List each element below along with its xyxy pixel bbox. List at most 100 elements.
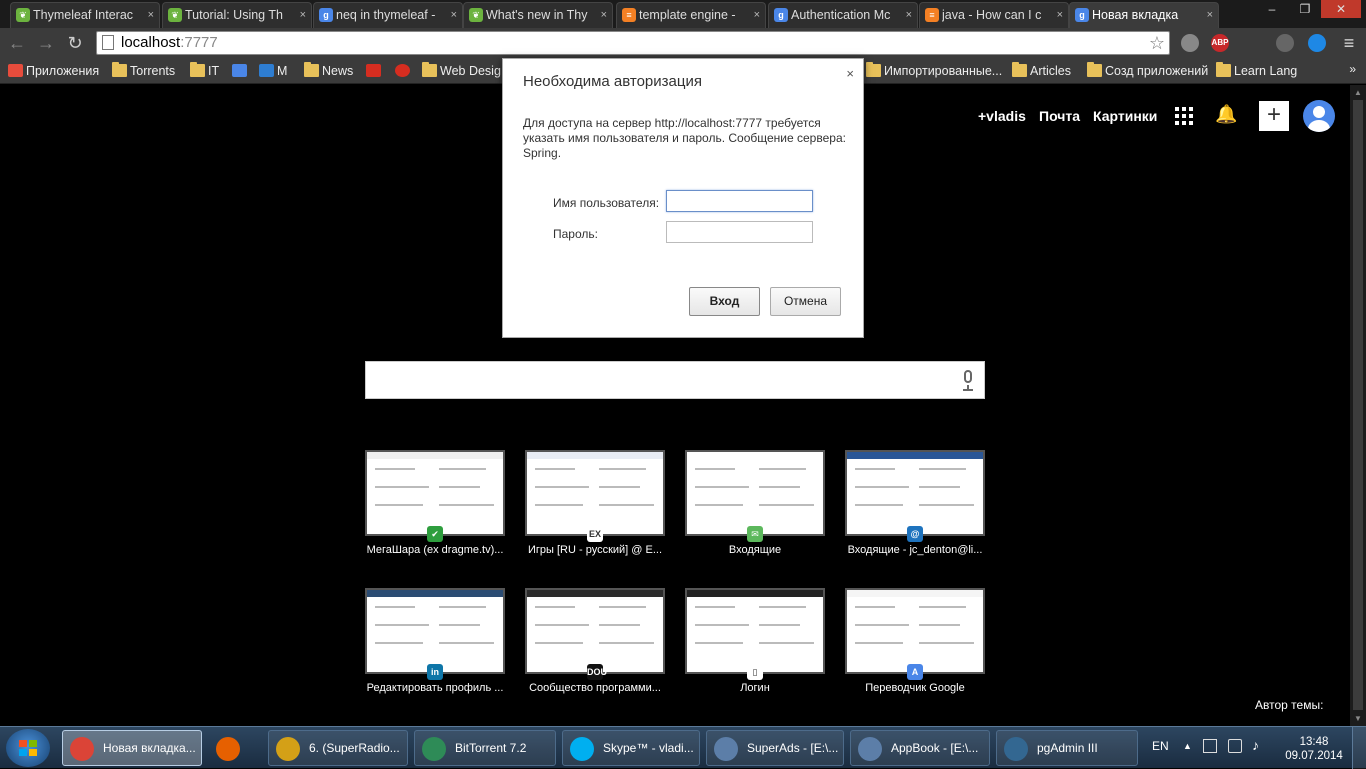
most-visited-tile[interactable] — [845, 588, 985, 674]
tab-1[interactable]: ❦ Thymeleaf Interac × — [10, 2, 160, 28]
tile-title[interactable]: Редактировать профиль ... — [360, 682, 510, 694]
tab-close-icon[interactable]: × — [451, 3, 457, 27]
tab-4[interactable]: ❦ What's new in Thy × — [463, 2, 613, 28]
adblock-icon[interactable]: ABP — [1211, 34, 1229, 52]
tile-title[interactable]: Входящие — [680, 544, 830, 556]
most-visited-tile[interactable] — [685, 450, 825, 536]
apps-grid-icon[interactable] — [1175, 107, 1193, 125]
bookmark-13[interactable]: Learn Lang — [1216, 62, 1297, 80]
bookmark-1[interactable]: Приложения — [8, 62, 99, 80]
tray-network-icon[interactable] — [1203, 739, 1217, 753]
cancel-button[interactable]: Отмена — [770, 287, 841, 316]
taskbar-item-winamp[interactable]: 6. (SuperRadio... — [268, 730, 408, 766]
chrome-menu-button[interactable]: ≡ — [1338, 32, 1360, 54]
tab-2[interactable]: ❦ Tutorial: Using Th × — [162, 2, 312, 28]
tab-close-icon[interactable]: × — [1207, 3, 1213, 27]
folder-icon — [1216, 62, 1231, 77]
google-search-input[interactable] — [365, 361, 985, 399]
scroll-thumb[interactable] — [1353, 100, 1363, 710]
tab-6[interactable]: g Authentication Mc × — [768, 2, 918, 28]
bookmark-label: Torrents — [130, 64, 176, 78]
bookmarks-more-button[interactable]: » — [1349, 62, 1356, 76]
privacy-extension-icon[interactable] — [1181, 34, 1199, 52]
microphone-icon[interactable] — [960, 370, 976, 392]
tile-favicon-icon: DOU — [587, 664, 607, 680]
window-close-button[interactable]: ✕ — [1321, 0, 1361, 18]
bookmark-6[interactable]: News — [304, 62, 353, 80]
most-visited-tile[interactable] — [525, 450, 665, 536]
address-bar[interactable]: localhost:7777 ☆ — [96, 31, 1170, 55]
tab-close-icon[interactable]: × — [1057, 3, 1063, 27]
tile-thumbnail-header — [527, 452, 663, 459]
tools-extension-icon[interactable] — [1276, 34, 1294, 52]
password-input[interactable] — [666, 221, 813, 243]
notifications-bell-icon[interactable]: 🔔 — [1215, 104, 1237, 125]
taskbar-item-chrome[interactable]: Новая вкладка... — [62, 730, 202, 766]
bookmark-2[interactable]: Torrents — [112, 62, 175, 80]
google-plus-link[interactable]: +vladis — [978, 108, 1026, 124]
tab-close-icon[interactable]: × — [906, 3, 912, 27]
tray-display-icon[interactable] — [1228, 739, 1242, 753]
most-visited-tile[interactable] — [365, 588, 505, 674]
system-clock[interactable]: 13:48 09.07.2014 — [1284, 735, 1344, 763]
forward-button[interactable]: → — [35, 32, 57, 54]
back-button[interactable]: ← — [6, 32, 28, 54]
taskbar-item-skype[interactable]: Skype™ - vladi... — [562, 730, 700, 766]
tray-expand-icon[interactable]: ▲ — [1183, 741, 1192, 751]
taskbar-item-firefox[interactable] — [208, 730, 264, 766]
reload-button[interactable]: ↻ — [64, 32, 86, 54]
bookmark-12[interactable]: Созд приложений — [1087, 62, 1208, 80]
bookmark-4[interactable] — [232, 62, 250, 80]
dialog-message: Для доступа на сервер http://localhost:7… — [523, 116, 846, 160]
show-desktop-button[interactable] — [1352, 727, 1366, 769]
tab-close-icon[interactable]: × — [601, 3, 607, 27]
scroll-up-arrow[interactable]: ▲ — [1350, 85, 1366, 100]
taskbar-item-pgadmin[interactable]: pgAdmin III — [996, 730, 1138, 766]
tab-5[interactable]: ≡ template engine - × — [616, 2, 766, 28]
mail-link[interactable]: Почта — [1039, 108, 1080, 124]
taskbar-item-intellij[interactable]: SuperAds - [E:\... — [706, 730, 844, 766]
translate-extension-icon[interactable] — [1308, 34, 1326, 52]
minimize-button[interactable]: – — [1258, 0, 1286, 18]
bookmark-star-icon[interactable]: ☆ — [1149, 32, 1165, 54]
tile-title[interactable]: Входящие - jc_denton@li... — [840, 544, 990, 556]
bookmark-3[interactable]: IT — [190, 62, 219, 80]
tile-title[interactable]: Переводчик Google — [840, 682, 990, 694]
start-button[interactable] — [6, 729, 50, 767]
tile-thumbnail-line — [855, 504, 903, 506]
tab-8[interactable]: g Новая вкладка × — [1069, 2, 1219, 28]
bookmark-8[interactable] — [395, 62, 413, 80]
share-plus-button[interactable]: + — [1259, 101, 1289, 131]
account-avatar[interactable] — [1303, 100, 1335, 132]
most-visited-tile[interactable] — [685, 588, 825, 674]
tab-3[interactable]: g neq in thymeleaf - × — [313, 2, 463, 28]
tile-thumbnail-line — [919, 624, 960, 626]
bookmark-11[interactable]: Articles — [1012, 62, 1071, 80]
images-link[interactable]: Картинки — [1093, 108, 1157, 124]
tile-title[interactable]: МегаШара (ex dragme.tv)... — [360, 544, 510, 556]
tab-7[interactable]: ≡ java - How can I c × — [919, 2, 1069, 28]
page-scrollbar[interactable]: ▲ ▼ — [1350, 85, 1366, 726]
taskbar-item-bittorrent[interactable]: BitTorrent 7.2 — [414, 730, 556, 766]
bookmark-7[interactable] — [366, 62, 384, 80]
scroll-down-arrow[interactable]: ▼ — [1350, 711, 1366, 726]
bookmark-9[interactable]: Web Desig — [422, 62, 501, 80]
tile-title[interactable]: Игры [RU - русский] @ E... — [520, 544, 670, 556]
tab-close-icon[interactable]: × — [754, 3, 760, 27]
username-input[interactable] — [666, 190, 813, 212]
restore-button[interactable]: ❐ — [1291, 0, 1319, 18]
login-button[interactable]: Вход — [689, 287, 760, 316]
language-indicator[interactable]: EN — [1152, 739, 1169, 753]
tab-close-icon[interactable]: × — [300, 3, 306, 27]
tab-close-icon[interactable]: × — [148, 3, 154, 27]
most-visited-tile[interactable] — [845, 450, 985, 536]
dialog-close-button[interactable]: × — [846, 66, 854, 81]
most-visited-tile[interactable] — [365, 450, 505, 536]
tile-title[interactable]: Сообщество программи... — [520, 682, 670, 694]
tile-title[interactable]: Логин — [680, 682, 830, 694]
bookmark-10[interactable]: Импортированные... — [866, 62, 1002, 80]
taskbar-item-intellij[interactable]: AppBook - [E:\... — [850, 730, 990, 766]
tray-volume-icon[interactable]: ♪ — [1252, 737, 1259, 753]
bookmark-5[interactable]: M — [259, 62, 287, 80]
most-visited-tile[interactable] — [525, 588, 665, 674]
